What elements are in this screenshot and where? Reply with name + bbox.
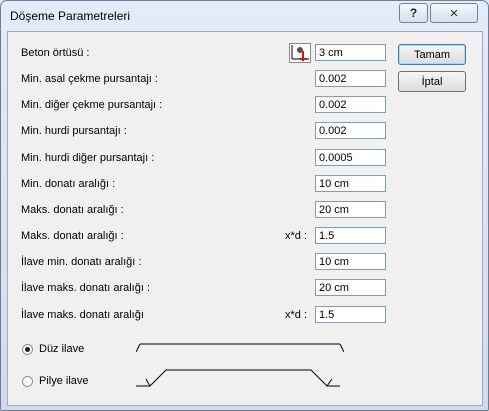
min-bar-spacing-field[interactable]	[315, 175, 386, 192]
min-other-tension-ratio-field[interactable]	[315, 96, 386, 113]
pick-cover-button[interactable]	[289, 43, 311, 63]
radio-button-checked[interactable]	[22, 344, 33, 355]
extra-max-bar-spacing-factor-field[interactable]	[315, 306, 386, 323]
cover-pick-icon	[291, 45, 309, 61]
label-max-bar-spacing: Maks. donatı aralığı :	[21, 204, 124, 216]
label-min-hurdi-other-ratio: Min. hurdi diğer pursantajı :	[21, 152, 155, 164]
extra-max-bar-spacing-field[interactable]	[315, 279, 386, 296]
close-button[interactable]: ×	[430, 3, 478, 23]
label-min-other-tension-ratio: Min. diğer çekme pursantajı :	[21, 99, 163, 111]
close-icon: ×	[449, 4, 459, 22]
label-xd-factor: x*d :	[285, 230, 308, 242]
label-extra-max-bar-spacing: İlave maks. donatı aralığı :	[21, 282, 151, 294]
radio-label-bent-extra: Pilye ilave	[39, 375, 89, 387]
label-min-hurdi-ratio: Min. hurdi pursantajı :	[21, 125, 127, 137]
label-extra-max-bar-spacing-factor: İlave maks. donatı aralığı	[21, 309, 144, 321]
help-button[interactable]: ?	[399, 3, 428, 23]
cancel-button[interactable]: İptal	[398, 71, 466, 92]
extra-min-bar-spacing-field[interactable]	[315, 253, 386, 270]
min-hurdi-ratio-field[interactable]	[315, 122, 386, 139]
radio-straight-extra[interactable]: Düz ilave	[8, 342, 128, 356]
label-min-bar-spacing: Min. donatı aralığı :	[21, 178, 116, 190]
radio-label-straight-extra: Düz ilave	[39, 343, 85, 355]
radio-button-unchecked[interactable]	[22, 376, 33, 387]
label-extra-min-bar-spacing: İlave min. donatı aralığı :	[21, 256, 142, 268]
dialog-title: Döşeme Parametreleri	[10, 9, 131, 23]
bent-rebar-preview	[136, 369, 340, 387]
radio-bent-extra[interactable]: Pilye ilave	[8, 374, 128, 388]
label-xd-factor-extra: x*d :	[285, 309, 308, 321]
help-icon: ?	[409, 6, 418, 20]
title-bar[interactable]: Döşeme Parametreleri ? ×	[1, 1, 488, 31]
label-max-bar-spacing-factor: Maks. donatı aralığı :	[21, 230, 124, 242]
label-concrete-cover: Beton örtüsü :	[21, 47, 90, 59]
dialog-window: Döşeme Parametreleri ? × Beton örtüsü : …	[0, 0, 489, 411]
straight-rebar-preview	[136, 343, 344, 353]
max-bar-spacing-factor-field[interactable]	[315, 227, 386, 244]
dialog-body: Beton örtüsü : Min. asal çekme pursantaj…	[7, 31, 483, 406]
concrete-cover-field[interactable]	[315, 44, 386, 61]
max-bar-spacing-field[interactable]	[315, 201, 386, 218]
label-min-main-tension-ratio: Min. asal çekme pursantajı :	[21, 73, 158, 85]
min-main-tension-ratio-field[interactable]	[315, 70, 386, 87]
ok-button[interactable]: Tamam	[398, 44, 466, 65]
min-hurdi-other-ratio-field[interactable]	[315, 149, 386, 166]
